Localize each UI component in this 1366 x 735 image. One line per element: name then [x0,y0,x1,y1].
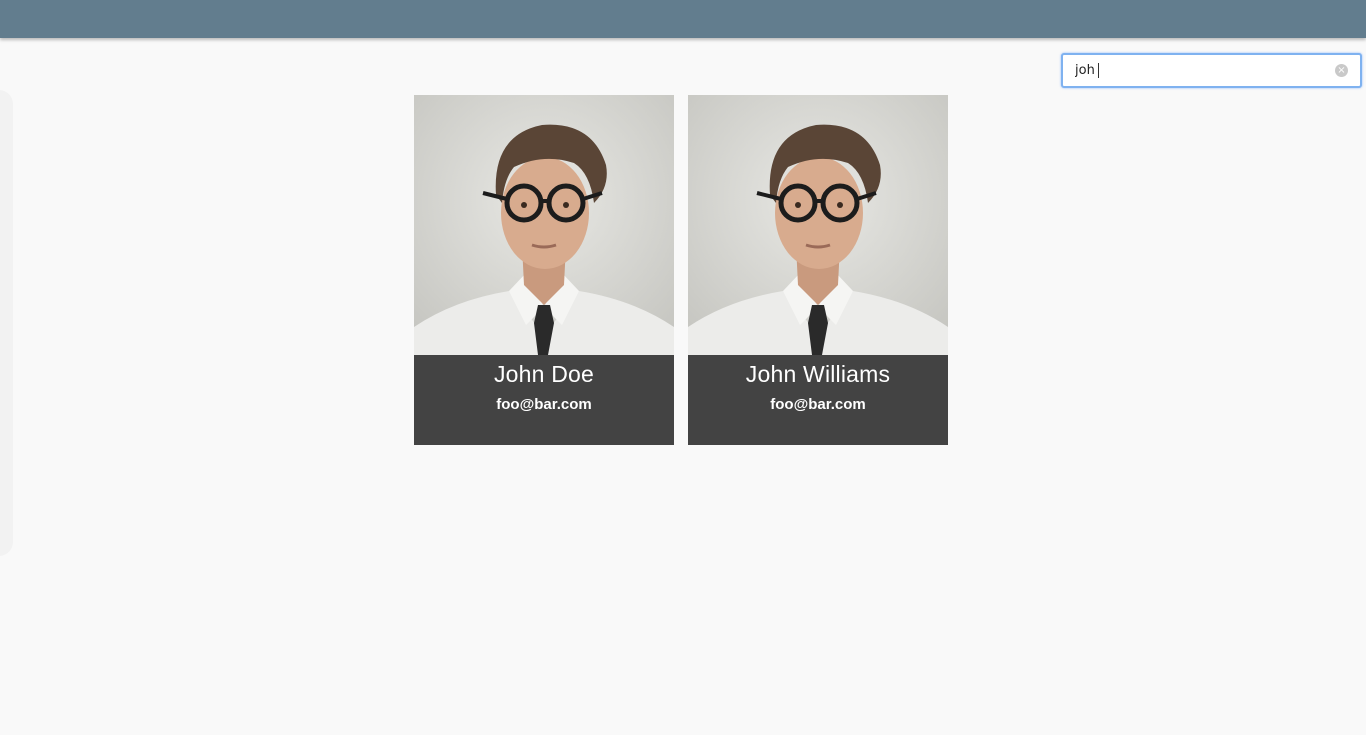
clear-icon[interactable]: × [1335,64,1348,77]
contact-card[interactable]: John Williams foo@bar.com [688,95,948,445]
contact-name: John Williams [745,361,891,387]
search-box[interactable]: × [1061,53,1362,88]
top-bar [0,0,1366,38]
contact-email[interactable]: foo@bar.com [414,396,674,413]
text-cursor [1098,63,1099,78]
contact-email[interactable]: foo@bar.com [688,396,948,413]
profile-photo [414,95,674,355]
profile-photo [688,95,948,355]
contact-name: John Doe [493,361,595,387]
search-input[interactable] [1063,55,1328,86]
contact-card[interactable]: John Doe foo@bar.com [414,95,674,445]
side-panel [0,90,13,556]
